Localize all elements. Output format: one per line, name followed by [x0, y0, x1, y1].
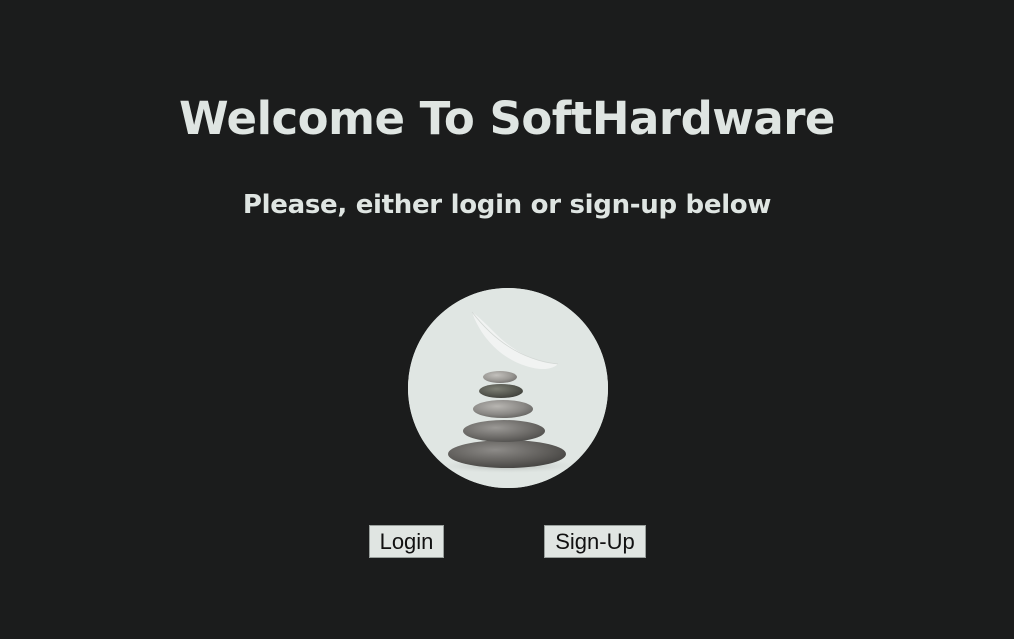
page-subtitle: Please, either login or sign-up below [242, 190, 772, 220]
stacked-stones-icon [408, 288, 608, 488]
login-button[interactable]: Login [369, 525, 444, 558]
page-title: Welcome To SoftHardware [179, 92, 835, 145]
sign-up-button[interactable]: Sign-Up [544, 525, 646, 558]
stacked-stones-image [408, 288, 608, 488]
